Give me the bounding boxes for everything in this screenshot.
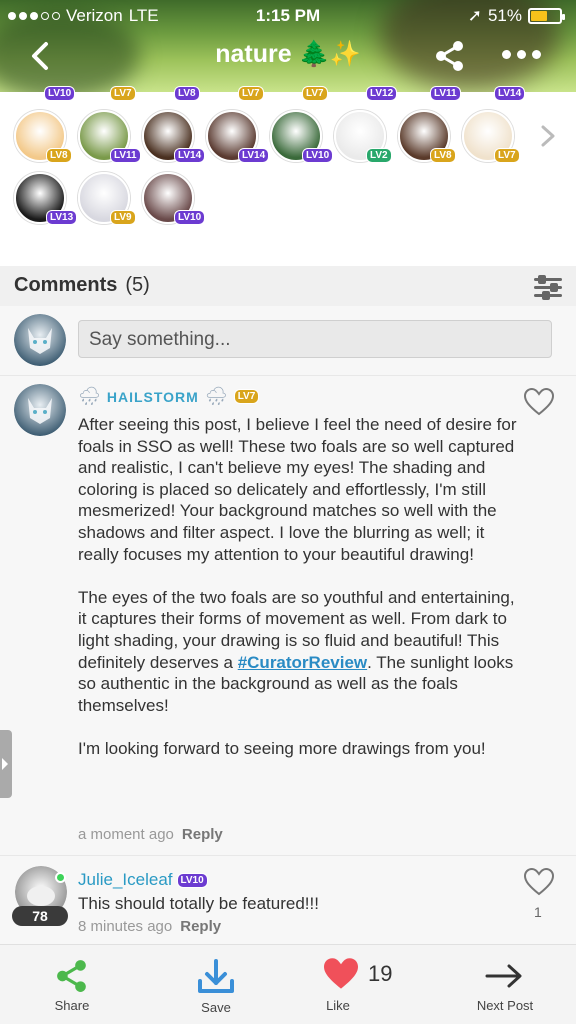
level-badge: LV10 [302,148,334,163]
commenter-name-row: 🌧 HAILSTORM 🌧 LV7 [78,386,260,407]
level-badge: LV10 [176,872,208,888]
members-grid: LV10 LV7 LV8 LV7 LV7 LV12 LV11 LV14 LV8 LV11 LV14… [0,86,576,266]
comment-input[interactable]: Say something... [78,320,552,358]
share-button[interactable] [434,40,466,72]
chevron-right-icon[interactable] [538,124,558,148]
reply-button[interactable]: Reply [180,918,221,935]
battery-icon [528,8,565,24]
level-badge: LV7 [302,86,328,101]
level-badge: LV7 [110,86,136,101]
comment-meta: 8 minutes ago Reply [78,918,221,935]
current-user-avatar[interactable] [14,314,66,366]
level-badge: LV2 [366,148,392,163]
commenter-username[interactable]: Julie_Iceleaf [78,870,173,890]
level-badge: LV13 [46,210,78,225]
save-label: Save [201,1000,231,1015]
arrow-right-icon [485,964,522,988]
post-like-count: 19 [368,961,393,986]
comment-item: 78 Julie_Iceleaf LV10 This should totall… [0,856,576,944]
like-label: Like [326,998,350,1013]
like-action-button[interactable]: 19 Like [316,945,406,1024]
comment-like-count: 1 [534,904,542,920]
online-status-dot [55,872,66,883]
level-badge: LV7 [233,389,260,404]
commenter-username[interactable]: HAILSTORM [107,389,199,405]
hashtag-link[interactable]: #CuratorReview [238,653,367,672]
comment-body: This should totally be featured!!! [78,894,319,913]
share-icon [57,960,86,992]
cloud-rain-icon: 🌧 [204,386,228,406]
download-icon [198,959,234,993]
level-badge: LV10 [174,210,206,225]
like-heart-icon[interactable] [524,868,554,896]
nav-bar: nature 🌲✨ [0,34,576,82]
level-badge: LV8 [430,148,456,163]
side-drawer-handle[interactable] [0,730,12,798]
comments-title-group: Comments (5) [14,274,150,297]
comment-paragraph: I'm looking forward to seeing more drawi… [78,738,486,758]
level-badge: LV14 [174,148,206,163]
reply-button[interactable]: Reply [182,826,223,843]
more-dot [532,50,541,59]
level-badge: LV9 [110,210,136,225]
comment-time: a moment ago [78,826,174,843]
level-badge: LV11 [430,86,461,101]
bottom-action-bar: Share Save 19 Like Next Post [0,944,576,1024]
more-dot [517,50,526,59]
more-dot [502,50,511,59]
level-badge: LV8 [174,86,200,101]
level-badge: LV14 [494,86,526,101]
level-badge: LV7 [494,148,520,163]
comment-item: 🌧 HAILSTORM 🌧 LV7 After seeing this post… [0,376,576,856]
comment-body: After seeing this post, I believe I feel… [78,414,518,781]
level-badge: LV12 [366,86,398,101]
commenter-avatar[interactable] [14,384,66,436]
share-action-button[interactable]: Share [36,945,108,1024]
next-post-button[interactable]: Next Post [460,945,550,1024]
more-options-button[interactable] [502,50,541,59]
comment-input-row: Say something... [0,306,576,376]
comment-time: 8 minutes ago [78,918,173,935]
reputation-badge: 78 [12,906,68,926]
battery-percent: 51% [487,6,522,25]
level-badge: LV10 [44,86,76,101]
cloud-rain-icon: 🌧 [78,386,101,406]
level-badge: LV8 [46,148,72,163]
level-badge: LV14 [238,148,270,163]
comments-title: Comments [14,274,118,296]
commenter-name-row: Julie_Iceleaf LV10 [78,870,208,890]
filter-sliders-icon[interactable] [534,274,564,300]
like-heart-icon[interactable] [524,388,554,416]
comments-header: Comments (5) [0,266,576,306]
heart-filled-icon [324,958,358,989]
comment-meta: a moment ago Reply [78,826,223,843]
share-icon [436,41,463,71]
save-action-button[interactable]: Save [180,945,252,1024]
comments-count: (5) [125,274,150,296]
status-battery-group: ➚ 51% [467,6,565,26]
page-title: nature 🌲✨ [215,40,361,68]
comment-paragraph: The eyes of the two foals are so youthfu… [78,587,518,717]
comment-paragraph: After seeing this post, I believe I feel… [78,415,517,564]
level-badge: LV11 [110,148,141,163]
location-arrow-icon: ➚ [467,6,482,25]
level-badge: LV7 [238,86,264,101]
status-bar: Verizon LTE 1:15 PM ➚ 51% [0,4,576,28]
share-label: Share [54,998,90,1013]
next-post-label: Next Post [476,998,534,1013]
post-header: Verizon LTE 1:15 PM ➚ 51% nature 🌲✨ [0,0,576,92]
